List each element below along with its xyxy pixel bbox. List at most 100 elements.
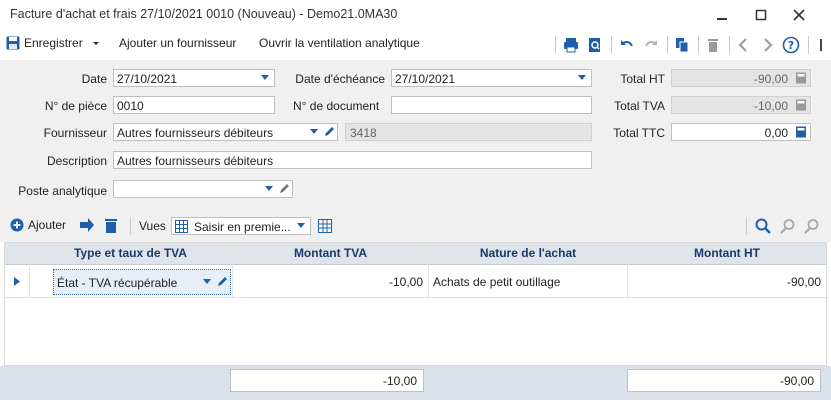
- overflow-icon: [820, 39, 822, 51]
- minimize-icon: [717, 18, 727, 20]
- supplier-code-field: 3418: [345, 123, 592, 141]
- previous-button[interactable]: [734, 35, 754, 55]
- column-header-vat-amount[interactable]: Montant TVA: [233, 246, 428, 260]
- svg-text:?: ?: [788, 39, 794, 52]
- grid-settings-icon: [318, 219, 332, 233]
- ht-amount-cell[interactable]: -90,00: [628, 275, 821, 289]
- supplier-label: Fournisseur: [43, 126, 107, 140]
- chevron-right-icon: [764, 38, 773, 52]
- chevron-left-icon: [738, 38, 747, 52]
- total-ht-label: Total HT: [620, 72, 665, 86]
- vat-lines-grid: Type et taux de TVA Montant TVA Nature d…: [4, 242, 827, 366]
- close-icon: [793, 9, 805, 21]
- save-label: Enregistrer: [24, 36, 83, 50]
- search-previous-icon: [780, 219, 795, 234]
- print-preview-button[interactable]: [585, 35, 605, 55]
- maximize-icon: [755, 9, 767, 21]
- total-tva-field: -10,00: [671, 96, 811, 114]
- window-title: Facture d'achat et frais 27/10/2021 0010…: [10, 7, 398, 21]
- delete-button[interactable]: [703, 35, 723, 55]
- description-field[interactable]: Autres fournisseurs débiteurs: [113, 151, 592, 169]
- document-number-label: N° de document: [293, 99, 380, 113]
- calculator-icon: [796, 72, 806, 84]
- arrow-right-icon: [80, 218, 94, 232]
- calculator-icon: [796, 99, 806, 111]
- search-next-icon: [804, 219, 819, 234]
- due-date-label: Date d'échéance: [295, 72, 385, 86]
- chevron-down-icon[interactable]: [258, 71, 272, 85]
- grid-header: Type et taux de TVA Montant TVA Nature d…: [5, 243, 826, 265]
- redo-icon: [645, 40, 657, 47]
- date-label: Date: [81, 72, 107, 86]
- chevron-down-icon[interactable]: [294, 219, 308, 233]
- piece-number-label: N° de pièce: [44, 99, 107, 113]
- footer-ht-total: -90,00: [627, 369, 821, 392]
- column-header-nature[interactable]: Nature de l'achat: [429, 246, 627, 260]
- due-date-field[interactable]: 27/10/2021: [391, 69, 592, 87]
- add-row-button[interactable]: Ajouter: [10, 218, 66, 232]
- undo-button[interactable]: [617, 35, 637, 55]
- columns-button[interactable]: [318, 219, 332, 236]
- chevron-down-icon: [92, 42, 99, 45]
- plus-circle-icon: [10, 218, 24, 232]
- printer-icon: [564, 38, 578, 53]
- vat-amount-cell[interactable]: -10,00: [233, 275, 423, 289]
- move-button[interactable]: [79, 218, 95, 235]
- search-next-button[interactable]: [804, 218, 820, 237]
- search-button[interactable]: [755, 218, 771, 237]
- column-header-ht-amount[interactable]: Montant HT: [628, 246, 826, 260]
- toolbar: Enregistrer Ajouter un fournisseur Ouvri…: [0, 31, 831, 59]
- nature-cell[interactable]: Achats de petit outillage: [433, 275, 560, 289]
- supplier-combo[interactable]: Autres fournisseurs débiteurs: [113, 123, 338, 141]
- delete-row-button[interactable]: [104, 218, 118, 236]
- total-tva-label: Total TVA: [614, 99, 665, 113]
- supplier-field[interactable]: Autres fournisseurs débiteurs: [113, 123, 338, 141]
- trash-icon: [105, 219, 117, 233]
- total-ttc-field[interactable]: 0,00: [671, 123, 811, 141]
- calculator-icon: [796, 126, 806, 138]
- description-label: Description: [46, 154, 107, 168]
- chevron-down-icon[interactable]: [575, 71, 589, 85]
- total-ttc-label: Total TTC: [613, 126, 665, 140]
- type-cell-editor[interactable]: État - TVA récupérable: [53, 269, 231, 295]
- search-previous-button[interactable]: [780, 218, 796, 237]
- views-label: Vues: [139, 219, 166, 233]
- copy-button[interactable]: [672, 35, 692, 55]
- chevron-down-icon[interactable]: [262, 182, 276, 196]
- redo-button[interactable]: [641, 35, 661, 55]
- print-button[interactable]: [561, 35, 581, 55]
- chevron-down-icon[interactable]: [200, 275, 214, 289]
- views-select[interactable]: Saisir en premie...: [171, 217, 311, 235]
- help-button[interactable]: ?: [781, 35, 801, 55]
- piece-number-field[interactable]: 0010: [113, 96, 275, 114]
- next-button[interactable]: [757, 35, 777, 55]
- save-button[interactable]: Enregistrer: [6, 36, 101, 50]
- maximize-button[interactable]: [746, 3, 776, 27]
- analytic-post-label: Poste analytique: [18, 184, 107, 198]
- analytic-post-field[interactable]: [113, 180, 293, 198]
- invoice-form: Date 27/10/2021 Date d'échéance 27/10/20…: [0, 60, 831, 210]
- analytic-breakdown-button[interactable]: Ouvrir la ventilation analytique: [259, 36, 420, 50]
- column-header-type[interactable]: Type et taux de TVA: [29, 246, 232, 260]
- document-number-field[interactable]: [391, 96, 592, 114]
- copy-icon: [676, 38, 689, 53]
- minimize-button[interactable]: [707, 3, 737, 27]
- date-field[interactable]: 27/10/2021: [113, 69, 275, 87]
- grid-footer: -10,00 -90,00: [0, 366, 831, 400]
- pencil-icon[interactable]: [215, 275, 229, 289]
- help-icon: ?: [782, 36, 800, 54]
- add-supplier-button[interactable]: Ajouter un fournisseur: [119, 36, 236, 50]
- print-preview-icon: [589, 38, 600, 52]
- toolbar-overflow-button[interactable]: [811, 35, 831, 55]
- chevron-down-icon[interactable]: [307, 125, 321, 139]
- pencil-icon[interactable]: [277, 182, 291, 196]
- pencil-icon[interactable]: [322, 125, 336, 139]
- total-ht-field: -90,00: [671, 69, 811, 87]
- footer-vat-total: -10,00: [230, 369, 424, 392]
- close-button[interactable]: [784, 3, 814, 27]
- undo-icon: [621, 40, 633, 47]
- table-row[interactable]: État - TVA récupérable -10,00 Achats de …: [5, 266, 826, 298]
- row-indicator-icon: [14, 277, 20, 286]
- grid-view-icon: [175, 220, 188, 233]
- grid-toolbar: Ajouter Vues Saisir en premie...: [0, 210, 831, 242]
